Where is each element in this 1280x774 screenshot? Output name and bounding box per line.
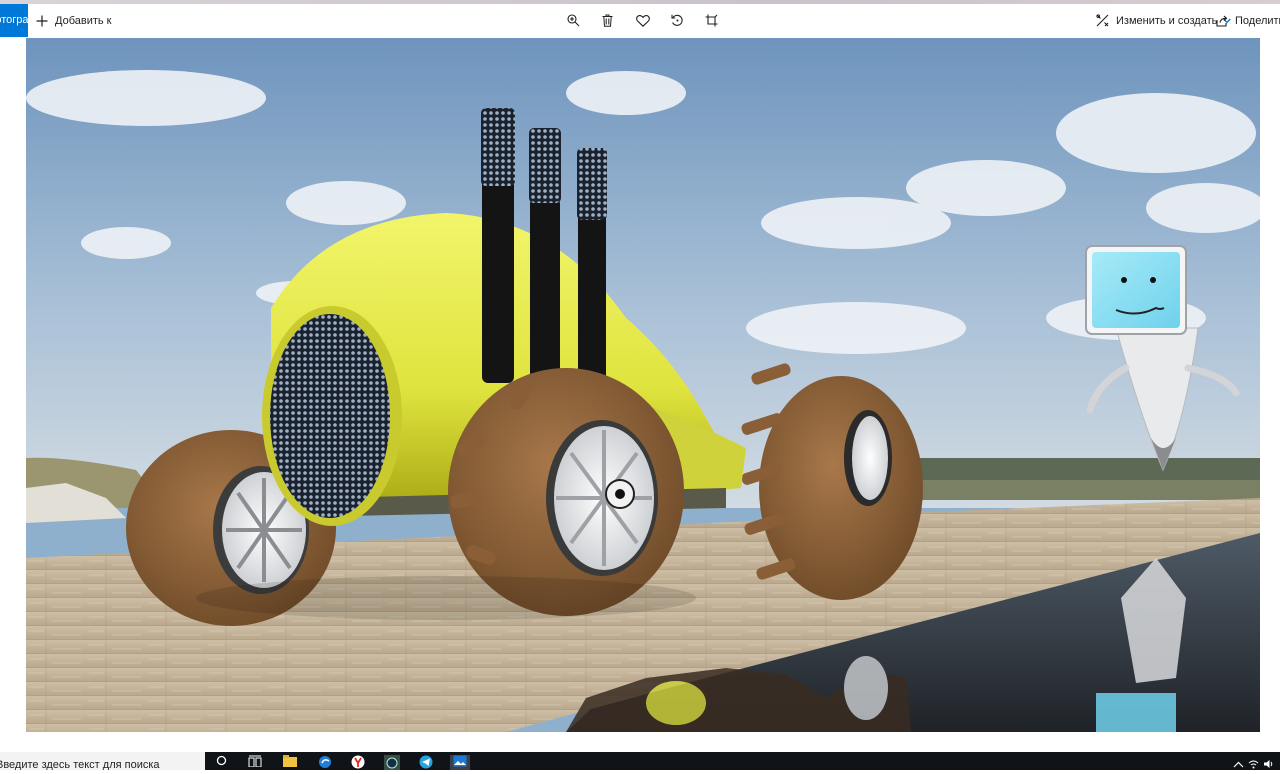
network-icon[interactable] — [1248, 756, 1259, 769]
telegram-icon[interactable] — [416, 755, 436, 770]
edit-create-button[interactable]: Изменить и создать — [1096, 4, 1232, 37]
rotate-icon — [671, 14, 684, 27]
edit-create-icon — [1096, 14, 1109, 27]
render-image — [26, 38, 1260, 732]
search-icon[interactable] — [212, 755, 232, 770]
share-label: Поделиться — [1235, 14, 1280, 27]
yandex-browser-icon[interactable] — [348, 755, 368, 770]
taskbar-search-placeholder: Введите здесь текст для поиска — [0, 759, 160, 770]
add-to-button[interactable]: Добавить к — [36, 4, 111, 37]
front-grille — [270, 314, 390, 518]
share-icon — [1216, 15, 1228, 27]
crop-button[interactable] — [705, 4, 718, 37]
delete-button[interactable] — [602, 4, 613, 37]
task-view-icon[interactable] — [245, 755, 265, 770]
crop-icon — [705, 14, 718, 27]
photo-viewer[interactable] — [26, 38, 1260, 732]
cinema4d-icon[interactable] — [382, 755, 402, 770]
zoom-icon — [567, 14, 580, 27]
volume-icon[interactable] — [1263, 756, 1274, 768]
taskbar-search-field[interactable]: Введите здесь текст для поиска — [0, 752, 205, 770]
heart-icon — [636, 14, 650, 27]
app-title-tab[interactable]: Фотографии — [0, 4, 28, 37]
edit-create-label: Изменить и создать — [1116, 14, 1218, 27]
favorite-button[interactable] — [636, 4, 650, 37]
plus-icon — [36, 15, 48, 27]
app-title-label: Фотографии — [0, 14, 28, 26]
edge-icon[interactable] — [315, 755, 335, 770]
add-to-label: Добавить к — [55, 14, 112, 27]
exhaust-stacks — [481, 108, 607, 383]
system-tray — [1233, 752, 1280, 770]
photos-toolbar: Фотографии Добавить к Измен — [0, 4, 1280, 38]
rotate-button[interactable] — [671, 4, 684, 37]
chevron-up-icon[interactable] — [1233, 756, 1244, 768]
delete-icon — [602, 14, 613, 27]
windows-taskbar: Введите здесь текст для поиска — [0, 752, 1280, 770]
file-explorer-icon[interactable] — [280, 755, 300, 770]
photos-icon[interactable] — [450, 755, 470, 770]
share-button[interactable]: Поделиться — [1216, 4, 1280, 37]
zoom-button[interactable] — [567, 4, 580, 37]
